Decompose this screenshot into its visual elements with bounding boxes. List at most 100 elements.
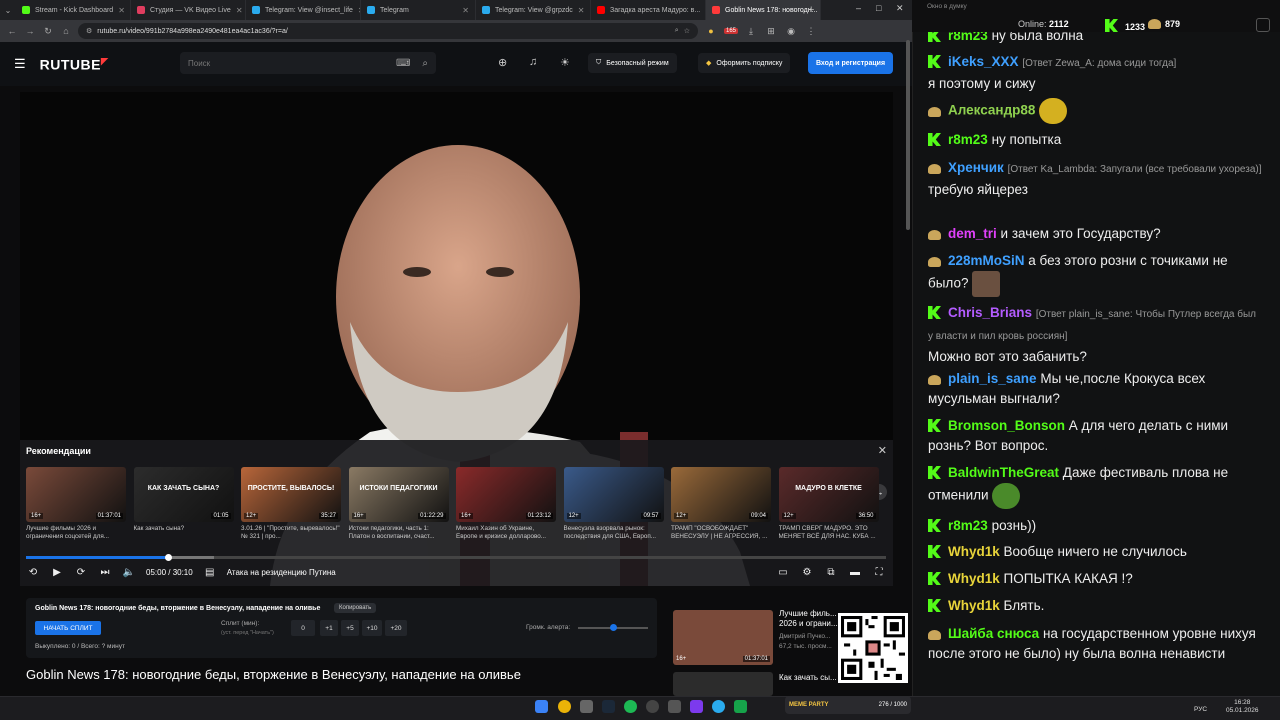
- excel-icon[interactable]: [734, 700, 747, 713]
- chat-message[interactable]: Bromson_Bonson А для чего делать с ними …: [928, 416, 1263, 456]
- clock[interactable]: 16:28 05.01.2026: [1226, 699, 1259, 716]
- chat-message[interactable]: BaldwinTheGreat Даже фестиваль плова не …: [928, 463, 1263, 509]
- recommendation-thumbnail[interactable]: 12+ 09:04: [671, 467, 771, 522]
- bookmark-star-icon[interactable]: ☆: [684, 27, 690, 35]
- new-tab-button[interactable]: +: [808, 4, 814, 16]
- chat-username[interactable]: r8m23: [948, 32, 988, 43]
- chat-message[interactable]: Шайба снюса на государственном уровне ни…: [928, 624, 1263, 664]
- tab-list-button[interactable]: ⌄: [0, 6, 16, 15]
- chat-message[interactable]: r8m23 ну попытка: [928, 130, 1263, 150]
- url-field[interactable]: ⚙ rutube.ru/video/991b2784a998ea2490e481…: [78, 23, 698, 39]
- split-add-5-button[interactable]: +5: [341, 620, 359, 636]
- chat-username[interactable]: Whyd1k: [948, 598, 1000, 613]
- chat-message[interactable]: iKeks_XXX [Ответ Zewa_A: дома сиди тогда…: [928, 52, 1263, 94]
- alert-volume-slider[interactable]: [578, 624, 648, 631]
- chat-username[interactable]: Whyd1k: [948, 544, 1000, 559]
- split-add-10-button[interactable]: +10: [362, 620, 382, 636]
- upload-icon[interactable]: ⊕: [498, 56, 507, 69]
- maximize-button[interactable]: □: [876, 3, 881, 13]
- profile-icon[interactable]: ◉: [784, 26, 798, 37]
- recommendation-card[interactable]: ПРОСТИТЕ, ВЫВАЛОСЬ! 12+ 35:27 3.01.26 | …: [241, 467, 341, 542]
- recommendation-title[interactable]: ТРАМП СВЕРГ МАДУРО. ЭТО МЕНЯЕТ ВСЁ ДЛЯ Н…: [779, 525, 879, 542]
- browser-tab[interactable]: Telegram: View @grpzdc ✕: [476, 0, 591, 20]
- subtitles-icon[interactable]: ▭: [776, 567, 790, 578]
- close-icon[interactable]: ✕: [878, 444, 887, 457]
- chat-message[interactable]: plain_is_sane Мы че,после Крокуса всех м…: [928, 369, 1263, 409]
- browser-tab[interactable]: Goblin News 178: новогодн...✕: [706, 0, 821, 20]
- app-icon[interactable]: [668, 700, 681, 713]
- back-icon[interactable]: ←: [6, 26, 18, 36]
- side-rec-thumb-1[interactable]: 16+ 01:37:01: [673, 610, 773, 665]
- alert-volume-knob[interactable]: [610, 624, 617, 631]
- chat-username[interactable]: BaldwinTheGreat: [948, 465, 1059, 480]
- reload-icon[interactable]: ↻: [42, 26, 54, 37]
- close-tab-icon[interactable]: ✕: [118, 6, 125, 15]
- language-indicator[interactable]: РУС: [1194, 706, 1207, 713]
- recommendation-thumbnail[interactable]: ИСТОКИ ПЕДАГОГИКИ 16+ 01:22:29: [348, 467, 449, 522]
- download-icon[interactable]: ⤓: [744, 26, 758, 37]
- next-icon[interactable]: ⏭: [98, 567, 112, 578]
- zoom-icon[interactable]: ⌕: [675, 27, 679, 35]
- forward-icon[interactable]: ⟳: [74, 567, 88, 578]
- fullscreen-icon[interactable]: ⛶: [872, 567, 886, 578]
- search-input[interactable]: Поиск ⌨ ⌕: [180, 52, 436, 74]
- split-add-20-button[interactable]: +20: [385, 620, 407, 636]
- player-app-icon[interactable]: [690, 700, 703, 713]
- recommendation-card[interactable]: МАДУРО В КЛЕТКЕ 12+ 36:50 ТРАМП СВЕРГ МА…: [778, 467, 879, 542]
- rutube-logo[interactable]: RUTUBE◤: [40, 56, 109, 73]
- recommendation-title[interactable]: Как зачать сына?: [134, 525, 234, 542]
- chat-message[interactable]: r8m23 рознь)): [928, 516, 1263, 536]
- recommendation-title[interactable]: Михаил Хазин об Украине, Европе и кризис…: [456, 525, 556, 542]
- recommendation-title[interactable]: Венесуэла взорвала рынок: последствия дл…: [564, 525, 664, 542]
- login-button[interactable]: Вход и регистрация: [808, 52, 893, 74]
- copy-button[interactable]: Копировать: [334, 603, 377, 613]
- extensions-icon[interactable]: ⊞: [764, 26, 778, 37]
- minimize-button[interactable]: –: [856, 3, 861, 13]
- browser-tab[interactable]: Telegram ✕: [361, 0, 476, 20]
- play-icon[interactable]: ▶: [50, 567, 64, 578]
- progress-knob[interactable]: [164, 554, 172, 561]
- recommendation-thumbnail[interactable]: 16+ 01:23:12: [456, 467, 556, 522]
- explorer-icon[interactable]: [580, 700, 593, 713]
- side-rec-thumb-2[interactable]: [673, 672, 773, 696]
- chat-message[interactable]: 228mMoSiN а без этого розни с точиками н…: [928, 251, 1263, 297]
- recommendation-thumbnail[interactable]: КАК ЗАЧАТЬ СЫНА? 01:05: [133, 467, 234, 522]
- chat-username[interactable]: Bromson_Bonson: [948, 418, 1065, 433]
- bell-icon[interactable]: ♫: [529, 56, 537, 68]
- recommendation-thumbnail[interactable]: МАДУРО В КЛЕТКЕ 12+ 36:50: [778, 467, 879, 522]
- start-split-button[interactable]: НАЧАТЬ СПЛИТ: [35, 621, 101, 635]
- chat-username[interactable]: Александр88: [948, 103, 1035, 118]
- chat-username[interactable]: plain_is_sane: [948, 371, 1037, 386]
- recommendation-thumbnail[interactable]: 12+ 09:57: [563, 467, 664, 522]
- side-rec-channel-1[interactable]: Дмитрий Пучко...: [779, 633, 839, 640]
- hamburger-menu-icon[interactable]: ☰: [14, 56, 26, 72]
- recommendation-card[interactable]: 16+ 01:23:12 Михаил Хазин об Украине, Ев…: [456, 467, 556, 542]
- recommendation-title[interactable]: Лучшие фильмы 2026 и ограничения соцсете…: [26, 525, 126, 542]
- windows-start-icon[interactable]: [535, 700, 548, 713]
- meme-party-widget[interactable]: MEME PARTY 276 / 1000: [785, 696, 911, 714]
- split-minutes-input[interactable]: 0: [291, 620, 315, 636]
- split-add-1-button[interactable]: +1: [320, 620, 338, 636]
- search-icon[interactable]: ⌕: [422, 58, 428, 69]
- browser-tab[interactable]: Telegram: View @insect_life✕: [246, 0, 361, 20]
- browser-tab[interactable]: Студия — VK Видео Live ✕: [131, 0, 246, 20]
- side-rec-title-1[interactable]: Лучшие филь... 2026 и ограни...: [779, 609, 839, 629]
- chat-username[interactable]: iKeks_XXX: [948, 54, 1019, 69]
- theater-icon[interactable]: ▬: [848, 567, 862, 578]
- chat-message[interactable]: dem_tri и зачем это Государству?: [928, 224, 1263, 244]
- obs-icon[interactable]: [646, 700, 659, 713]
- subscribe-button[interactable]: ◆ Оформить подписку: [698, 53, 791, 73]
- pip-icon[interactable]: ⧉: [824, 567, 838, 578]
- chat-username[interactable]: r8m23: [948, 518, 988, 533]
- recommendation-card[interactable]: ИСТОКИ ПЕДАГОГИКИ 16+ 01:22:29 Истоки пе…: [348, 467, 449, 542]
- home-icon[interactable]: ⌂: [60, 26, 72, 36]
- chat-message[interactable]: Александр88: [928, 98, 1263, 124]
- recommendation-title[interactable]: Истоки педагогики, часть 1: Платон о вос…: [349, 525, 449, 542]
- chat-message[interactable]: Chris_Brians [Ответ plain_is_sane: Чтобы…: [928, 303, 1263, 367]
- forward-icon[interactable]: →: [24, 26, 36, 36]
- chapters-icon[interactable]: ▤: [203, 567, 217, 578]
- chat-username[interactable]: Шайба снюса: [948, 626, 1039, 641]
- chrome-icon[interactable]: [558, 700, 571, 713]
- recommendation-card[interactable]: КАК ЗАЧАТЬ СЫНА? 01:05 Как зачать сына?: [133, 467, 234, 542]
- rewind-icon[interactable]: ⟲: [26, 567, 40, 578]
